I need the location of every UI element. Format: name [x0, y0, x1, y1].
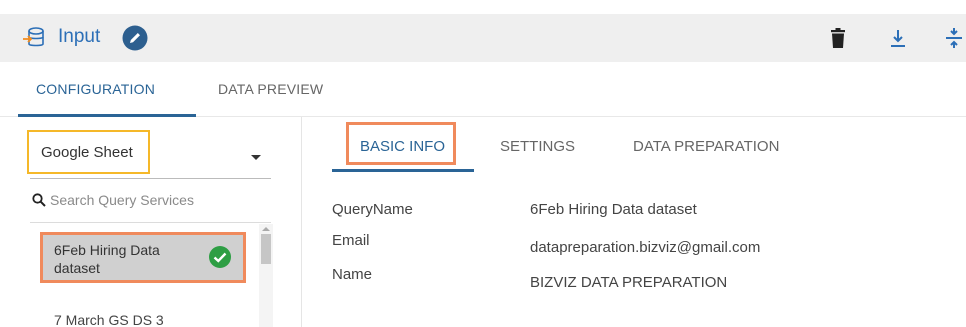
list-item[interactable]: 7 March GS DS 3 [40, 307, 246, 327]
check-circle-icon [209, 246, 231, 268]
list-item-label: 7 March GS DS 3 [54, 312, 164, 327]
name-value: BIZVIZ DATA PREPARATION [530, 274, 728, 291]
search-input[interactable] [50, 189, 250, 211]
list-item-selected[interactable]: 6Feb Hiring Data dataset [40, 232, 246, 283]
subtab-settings[interactable]: SETTINGS [500, 137, 575, 157]
name-label: Name [332, 266, 373, 283]
page-title: Input [58, 26, 101, 47]
query-name-label: QueryName [332, 201, 413, 218]
subtab-basic-info[interactable]: BASIC INFO [360, 137, 445, 157]
search-icon [32, 193, 46, 207]
active-tab-indicator [18, 114, 196, 117]
source-select-value[interactable]: Google Sheet [41, 143, 133, 163]
chevron-down-icon[interactable] [251, 155, 261, 160]
database-input-icon [23, 27, 44, 47]
download-icon[interactable] [886, 26, 910, 50]
header-bar: Input [0, 14, 966, 62]
tab-data-preview[interactable]: DATA PREVIEW [218, 79, 323, 99]
trash-icon[interactable] [826, 26, 850, 50]
subtab-data-preparation[interactable]: DATA PREPARATION [633, 137, 779, 157]
list-item-label: 6Feb Hiring Data dataset [54, 242, 160, 276]
source-select-underline [30, 178, 271, 179]
panel-divider [301, 117, 302, 327]
collapse-vertical-icon[interactable] [942, 26, 966, 50]
search-underline [30, 222, 271, 223]
scroll-thumb[interactable] [261, 234, 271, 264]
tab-configuration[interactable]: CONFIGURATION [36, 79, 155, 99]
query-name-value: 6Feb Hiring Data dataset [530, 201, 697, 218]
email-value: datapreparation.bizviz@gmail.com [530, 239, 761, 256]
query-service-list: 6Feb Hiring Data dataset 7 March GS DS 3 [30, 224, 273, 327]
active-subtab-indicator [332, 169, 474, 172]
list-scrollbar[interactable] [259, 224, 273, 327]
email-label: Email [332, 232, 370, 249]
scroll-up-icon[interactable] [262, 227, 270, 231]
pencil-circle-icon[interactable] [122, 25, 148, 51]
